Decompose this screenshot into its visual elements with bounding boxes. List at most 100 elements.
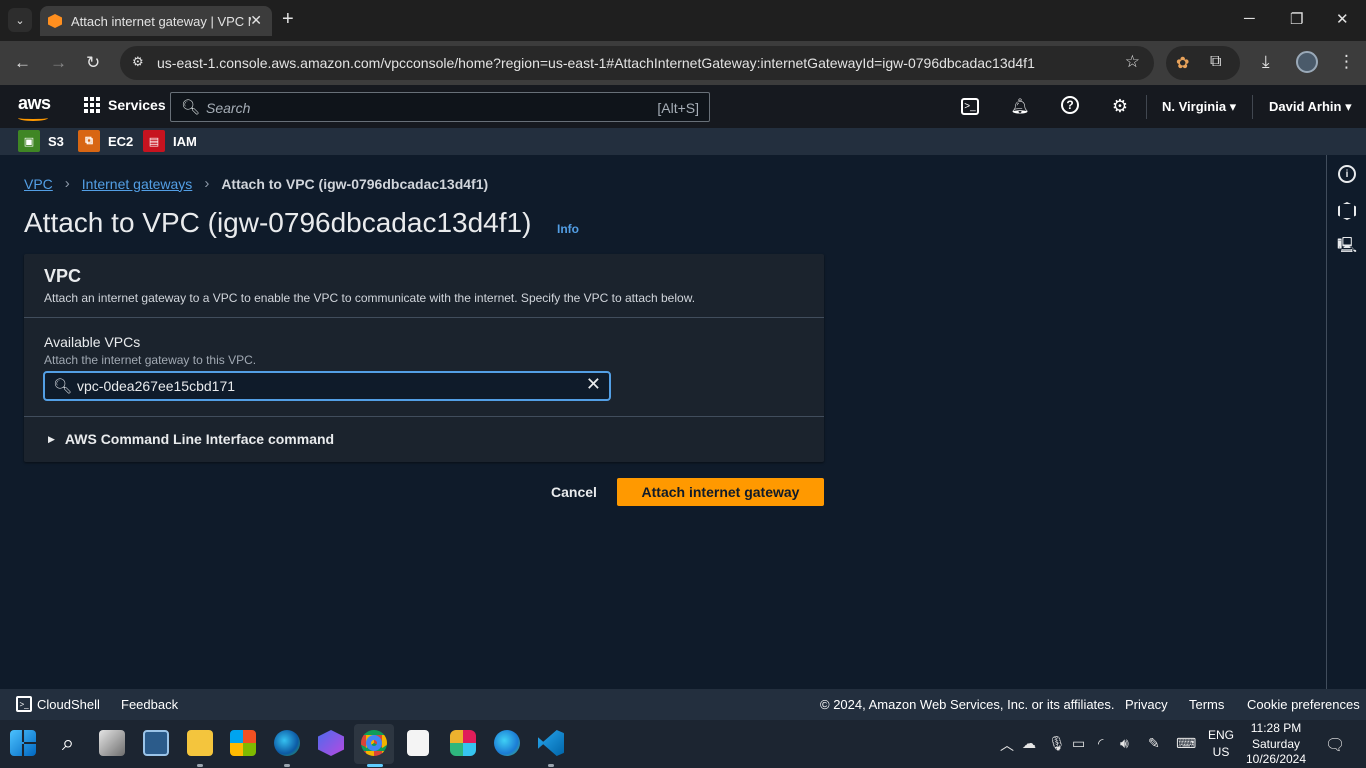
keyboard-icon[interactable]: ⌨ [1176,735,1196,752]
cookie-preferences-link[interactable]: Cookie preferences [1247,697,1360,712]
volume-icon[interactable]: 🔊︎ [1120,735,1129,752]
region-selector[interactable]: N. Virginia ▾ [1162,99,1236,115]
battery-icon[interactable]: ▭ [1072,735,1085,752]
chrome-icon[interactable] [361,730,387,756]
breadcrumb-internet-gateways[interactable]: Internet gateways [82,176,193,192]
info-panel-icon[interactable]: i [1338,165,1356,183]
tab-search-chevron-icon[interactable]: ⌄ [8,8,32,32]
s3-icon: ▣ [18,130,40,152]
vscode-icon[interactable] [538,730,564,756]
info-link[interactable]: Info [557,222,579,236]
favorite-s3[interactable]: ▣ S3 [18,130,64,152]
site-info-icon[interactable]: ⚙ [132,54,144,70]
right-tools-rail: i 🖳︎ [1326,155,1366,689]
cloudshell-link[interactable]: CloudShell [37,697,100,712]
wifi-icon[interactable]: ◜ [1098,735,1103,752]
aws-console-header: aws Services 🔍︎ Search [Alt+S] >_ 🔔︎ ? ⚙… [0,85,1366,128]
microphone-icon[interactable]: 🎙︎ [1048,735,1066,752]
address-bar[interactable]: ⚙ us-east-1.console.aws.amazon.com/vpcco… [120,46,1154,80]
profile-avatar[interactable] [1296,51,1318,73]
panel-description: Attach an internet gateway to a VPC to e… [44,291,696,305]
help-icon[interactable]: ? [1061,96,1079,114]
edge-icon[interactable] [494,730,520,756]
copilot-icon[interactable] [318,730,344,756]
new-tab-plus-icon[interactable]: + [282,9,294,29]
page-title: Attach to VPC (igw-0796dbcadac13d4f1) [24,207,532,238]
running-indicator [284,764,290,767]
browser-menu-icon[interactable]: ⋮ [1338,52,1355,72]
terms-link[interactable]: Terms [1189,697,1224,712]
breadcrumb-vpc[interactable]: VPC [24,176,53,192]
user-name: David Arhin [1269,99,1342,114]
language-region[interactable]: US [1206,745,1236,759]
account-menu[interactable]: David Arhin ▾ [1269,99,1352,115]
running-indicator [548,764,554,767]
services-label: Services [108,97,166,113]
region-label: N. Virginia [1162,99,1227,114]
file-explorer-icon[interactable] [187,730,213,756]
aws-logo-smile [18,115,48,121]
onedrive-cloud-icon[interactable]: ☁ [1022,735,1036,752]
header-divider [1146,95,1147,119]
cloudshell-footer-icon[interactable]: >_ [16,696,32,712]
url-text[interactable]: us-east-1.console.aws.amazon.com/vpccons… [157,55,1035,71]
browser-tab-strip: ⌄ Attach internet gateway | VPC M ✕ + ─ … [0,0,1366,41]
search-shortcut-hint: [Alt+S] [657,100,699,116]
cloudshell-icon[interactable]: >_ [961,98,979,115]
clock-date[interactable]: 10/26/2024 [1244,752,1308,766]
window-close-icon[interactable]: ✕ [1336,10,1349,28]
cli-command-expander[interactable]: ▶ AWS Command Line Interface command [48,431,334,447]
slack-icon[interactable] [450,730,476,756]
browser-tab-active[interactable]: Attach internet gateway | VPC M ✕ [40,6,272,36]
pen-icon[interactable]: ✎ [1148,735,1160,752]
bookmark-star-icon[interactable]: ☆ [1125,52,1140,72]
cookie-extension-icon[interactable]: ✿ [1176,53,1189,73]
taskbar-search-icon[interactable]: ⌕ [55,730,81,756]
settings-gear-icon[interactable]: ⚙ [1110,96,1130,116]
caret-right-icon: ▶ [48,433,55,444]
favorite-iam[interactable]: ▤ IAM [143,130,197,152]
minimize-icon[interactable]: ─ [1244,10,1255,27]
search-placeholder: Search [206,100,251,116]
download-icon[interactable]: ⤓ [1262,52,1270,72]
back-arrow-icon[interactable]: ← [14,53,31,73]
console-search-input[interactable]: 🔍︎ Search [Alt+S] [170,92,710,122]
tab-close-icon[interactable]: ✕ [250,12,262,29]
extensions-puzzle-icon[interactable]: ⧉ [1210,53,1221,71]
tray-overflow-chevron-icon[interactable]: ︿ [1000,735,1014,755]
iam-icon: ▤ [143,130,165,152]
language-code[interactable]: ENG [1206,728,1236,742]
feedback-link[interactable]: Feedback [121,697,178,712]
clock-day[interactable]: Saturday [1244,737,1308,751]
privacy-link[interactable]: Privacy [1125,697,1168,712]
windows-start-icon[interactable] [10,730,36,756]
microsoft-store-icon[interactable] [230,730,256,756]
task-view-icon[interactable] [99,730,125,756]
forward-arrow-icon[interactable]: → [50,53,67,73]
browser-toolbar: ← → ↻ ⚙ us-east-1.console.aws.amazon.com… [0,41,1366,85]
clock-time[interactable]: 11:28 PM [1244,721,1308,735]
vpc-select-input[interactable]: 🔍︎ vpc-0dea267ee15cbd171 ✕ [43,371,611,401]
notifications-bell-icon[interactable]: 🔔︎ [1010,96,1030,116]
resource-hex-icon[interactable] [1338,202,1356,220]
attach-internet-gateway-button[interactable]: Attach internet gateway [617,478,824,506]
reload-icon[interactable]: ↻ [86,53,100,73]
tutorial-screen-icon[interactable]: 🖳︎ [1337,237,1357,256]
copyright-text: © 2024, Amazon Web Services, Inc. or its… [820,697,1115,712]
favorites-bar: ▣ S3 ⧉ EC2 ▤ IAM [0,128,1366,155]
cancel-button[interactable]: Cancel [540,478,608,506]
notification-center-icon[interactable]: 🗨︎ [1325,735,1345,755]
panel-divider [24,317,824,318]
aws-logo[interactable]: aws [18,93,51,114]
restore-icon[interactable]: ❐ [1290,10,1303,28]
edge-beta-icon[interactable] [274,730,300,756]
tab-title: Attach internet gateway | VPC M [71,13,251,29]
widgets-icon[interactable] [143,730,169,756]
vpc-input-value[interactable]: vpc-0dea267ee15cbd171 [77,378,235,394]
clear-input-icon[interactable]: ✕ [586,374,601,395]
favorite-ec2[interactable]: ⧉ EC2 [78,130,133,152]
chevron-right-icon: › [204,175,210,192]
services-menu-button[interactable]: Services [84,97,166,113]
panel-divider [24,416,824,417]
notepad-icon[interactable] [407,730,429,756]
